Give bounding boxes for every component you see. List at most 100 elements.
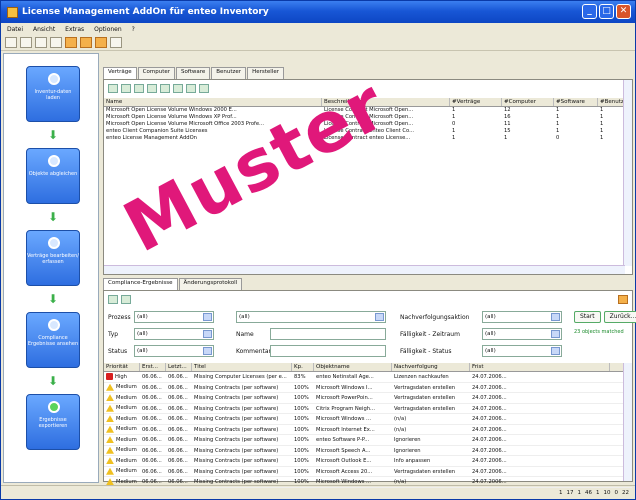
- reset-button[interactable]: Zurück...: [603, 311, 636, 323]
- copy-icon[interactable]: [147, 84, 157, 93]
- table-row[interactable]: Medium 06.06... 06.06... Missing Contracts …: [104, 393, 632, 404]
- app-window: License Management AddOn für enteo Inven…: [0, 0, 636, 500]
- open-icon[interactable]: [20, 37, 32, 48]
- close-button[interactable]: ✕: [616, 4, 631, 19]
- tab-benutzer[interactable]: Benutzer: [211, 67, 247, 79]
- detail-view-icon[interactable]: [95, 37, 107, 48]
- import-icon[interactable]: [186, 84, 196, 93]
- menu-extras[interactable]: Extras: [65, 26, 84, 33]
- table-row[interactable]: Medium 06.06... 06.06... Missing Contracts …: [104, 446, 632, 456]
- tab-vertraege[interactable]: Verträge: [103, 67, 137, 79]
- table-row[interactable]: Microsoft Open License Volume Microsoft …: [104, 121, 632, 128]
- table-cell: 24.07.2006...: [472, 384, 507, 391]
- table-row[interactable]: Medium 06.06... 06.06... Missing Contracts …: [104, 467, 632, 477]
- app-icon: [7, 6, 18, 18]
- faelligkeit-status-select[interactable]: (all): [482, 345, 562, 357]
- table-row[interactable]: enteo Client Companion Suite Licenses Lic…: [104, 128, 632, 135]
- table-cell: Missing Contracts (per software): [194, 405, 279, 412]
- table-cell: 24.07.2006...: [472, 458, 507, 464]
- table-cell: Microsoft Access 20...: [316, 468, 373, 475]
- status-select[interactable]: (all): [134, 345, 214, 357]
- table-cell: Vertragsdaten erstellen: [394, 405, 456, 412]
- warning-icon: [106, 446, 114, 454]
- table-row[interactable]: Microsoft Open License Volume Windows 20…: [104, 107, 632, 114]
- arrow-down-icon: ⬇: [47, 128, 59, 142]
- table-row[interactable]: Microsoft Open License Volume Windows XP…: [104, 114, 632, 121]
- faelligkeit-zeitraum-select[interactable]: (all): [482, 328, 562, 340]
- tab-computer[interactable]: Computer: [137, 67, 175, 79]
- table-cell: 100%: [294, 426, 309, 433]
- save-icon[interactable]: [35, 37, 47, 48]
- table-row[interactable]: Medium 06.06... 06.06... Missing Contracts …: [104, 404, 632, 414]
- settings-icon[interactable]: [110, 37, 122, 48]
- step-match-objects[interactable]: Objekte abgleichen: [26, 148, 80, 204]
- refresh-icon[interactable]: [121, 295, 131, 304]
- tab-software[interactable]: Software: [176, 67, 211, 79]
- step-edit-contracts[interactable]: Verträge bearbeiten/ erfassen: [26, 230, 80, 286]
- table-cell: enteo Client Companion Suite Licenses: [106, 128, 208, 134]
- table-row[interactable]: High 06.06... 06.06... Missing Computer Lic…: [104, 372, 632, 383]
- collapse-icon[interactable]: [618, 295, 628, 304]
- list-view-icon[interactable]: [80, 37, 92, 48]
- refresh-icon[interactable]: [50, 37, 62, 48]
- status-count-1: 1: [559, 489, 563, 496]
- name-input[interactable]: [270, 328, 386, 340]
- match-icon: [48, 155, 60, 167]
- prozess-select[interactable]: (all): [134, 311, 214, 323]
- menu-datei[interactable]: Datei: [7, 26, 23, 33]
- priority-cell: Medium: [104, 383, 140, 393]
- table-cell: 24.07.2006...: [472, 437, 507, 443]
- warning-icon: [106, 404, 114, 412]
- contracts-header: Name Beschreibung #Verträge #Computer #S…: [104, 98, 632, 107]
- menu-optionen[interactable]: Optionen: [94, 26, 122, 33]
- contracts-hscroll[interactable]: [104, 265, 625, 274]
- edit-icon[interactable]: [121, 84, 131, 93]
- start-button[interactable]: Start: [574, 311, 601, 323]
- table-row[interactable]: Medium 06.06... 06.06... Missing Contracts …: [104, 383, 632, 393]
- status-count-7: 0: [614, 489, 619, 496]
- tab-hersteller[interactable]: Hersteller: [247, 67, 284, 79]
- typ-select[interactable]: (all): [134, 328, 214, 340]
- table-cell: 11: [504, 121, 511, 127]
- table-row[interactable]: enteo License Management AddOn License Co…: [104, 135, 632, 142]
- table-row[interactable]: Medium 06.06... 06.06... Missing Contracts …: [104, 414, 632, 425]
- results-vscroll[interactable]: [623, 363, 632, 481]
- filter-select-2[interactable]: (all): [236, 311, 386, 323]
- menu-ansicht[interactable]: Ansicht: [33, 26, 55, 33]
- menu-help[interactable]: ?: [132, 26, 135, 33]
- link-icon[interactable]: [160, 84, 170, 93]
- nachverfolgung-select[interactable]: (all): [482, 311, 562, 323]
- step-view-icon[interactable]: [65, 37, 77, 48]
- kommentar-input[interactable]: [270, 345, 386, 357]
- tab-compliance[interactable]: Compliance-Ergebnisse: [103, 278, 178, 290]
- tab-changelog[interactable]: Änderungsprotokoll: [178, 278, 243, 290]
- add-icon[interactable]: [108, 84, 118, 93]
- window-title: License Management AddOn für enteo Inven…: [22, 7, 269, 17]
- table-row[interactable]: Medium 06.06... 06.06... Missing Contracts …: [104, 456, 632, 467]
- matched-count-link[interactable]: 23 objects matched: [574, 329, 624, 335]
- table-cell: 1: [556, 107, 560, 113]
- open-icon[interactable]: [108, 295, 118, 304]
- status-bar: 1 17 1 46 1 10 0 22: [1, 485, 635, 499]
- table-cell: Microsoft Windows ...: [316, 416, 372, 422]
- arrow-down-icon: ⬇: [47, 374, 59, 388]
- contracts-vscroll[interactable]: [623, 80, 632, 266]
- table-cell: License Contract Microsoft Open...: [324, 121, 414, 127]
- delete-icon[interactable]: [134, 84, 144, 93]
- table-row[interactable]: Medium 06.06... 06.06... Missing Contracts …: [104, 425, 632, 435]
- maximize-button[interactable]: □: [599, 4, 614, 19]
- step-view-compliance[interactable]: Compliance Ergebnisse ansehen: [26, 312, 80, 368]
- table-cell: 06.06...: [142, 447, 162, 454]
- table-cell: (n/a): [394, 416, 407, 422]
- unlink-icon[interactable]: [173, 84, 183, 93]
- export-icon[interactable]: [199, 84, 209, 93]
- table-row[interactable]: Medium 06.06... 06.06... Missing Contracts …: [104, 435, 632, 446]
- step-load-inventory[interactable]: Inventur-daten laden: [26, 66, 80, 122]
- minimize-button[interactable]: _: [582, 4, 597, 19]
- new-icon[interactable]: [5, 37, 17, 48]
- step-export-results[interactable]: Ergebnisse exportieren: [26, 394, 80, 450]
- contract-icon: [48, 237, 60, 249]
- arrow-down-icon: ⬇: [47, 292, 59, 306]
- main-area: Verträge Computer Software Benutzer Hers…: [101, 53, 636, 488]
- table-cell: 100%: [294, 458, 309, 464]
